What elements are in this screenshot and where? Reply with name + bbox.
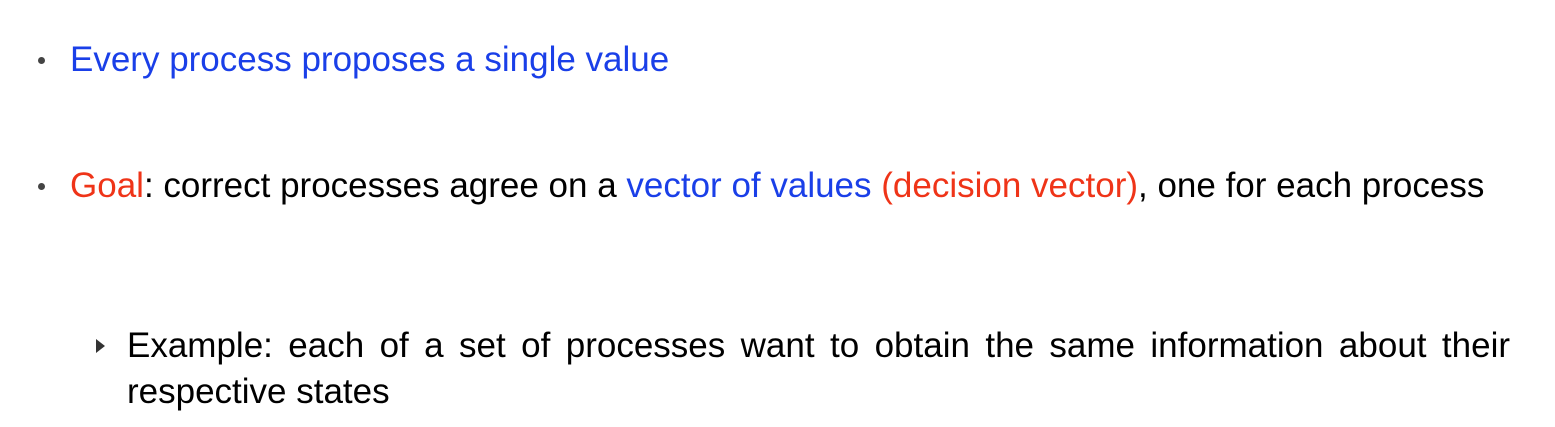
goal-text-2: , one for each process [1138, 166, 1485, 205]
slide: Every process proposes a single value Go… [0, 0, 1555, 427]
bullet-dot-icon [38, 57, 45, 64]
bullet-example: Example: each of a set of processes want… [127, 326, 1510, 411]
bullet-triangle-icon [96, 339, 105, 353]
vector-of-values: vector of values [626, 166, 882, 205]
bullet-every-process: Every process proposes a single value [70, 40, 670, 79]
bullet-dot-icon [38, 183, 45, 190]
goal-label: Goal [70, 166, 144, 205]
decision-vector: (decision vector) [881, 166, 1139, 205]
goal-text-1: : correct processes agree on a [143, 166, 627, 205]
bullet-goal: Goal: correct processes agree on a vecto… [70, 163, 1510, 209]
